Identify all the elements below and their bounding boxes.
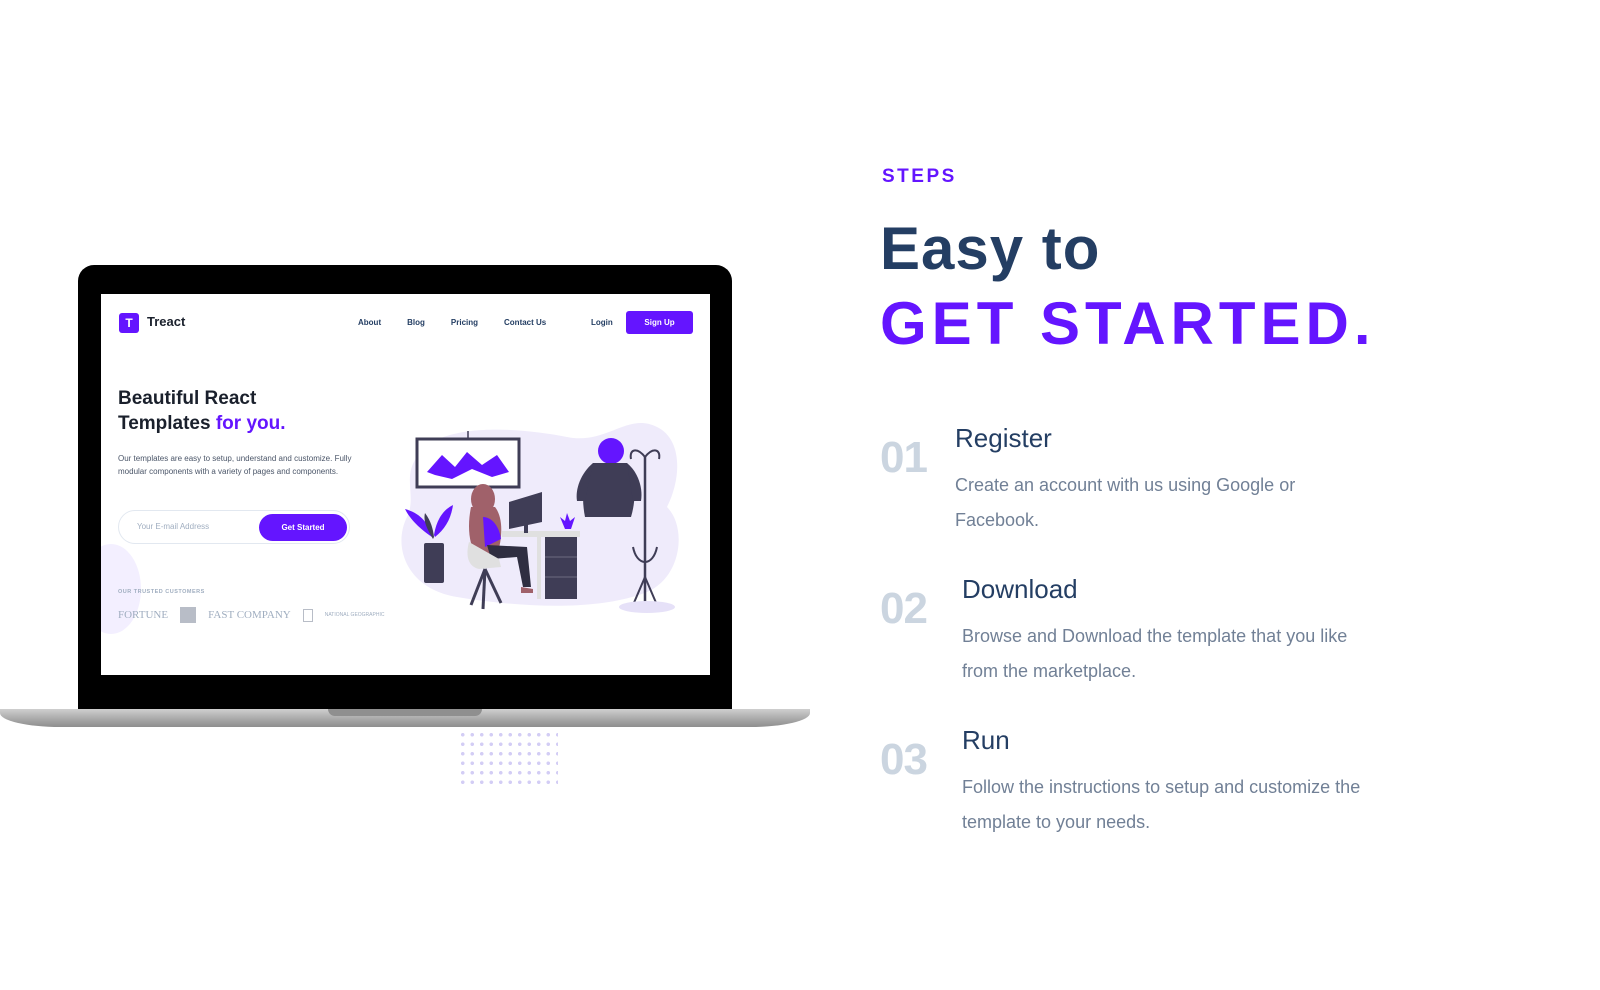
mockup-navbar: T Treact About Blog Pricing Contact Us L… [101,294,710,350]
hero-title-plain: Templates [118,413,216,434]
dot-pattern [458,730,558,786]
nav-link-about: About [358,318,382,327]
step-number: 01 [880,433,928,482]
hero-title-accent: for you. [215,413,286,434]
hero-title-line2: Templates for you. [118,411,286,436]
step-number: 02 [880,584,928,633]
step-title: Run [962,725,1010,755]
signup-button: Sign Up [626,311,693,334]
step-description: Create an account with us using Google o… [955,475,1296,530]
step-number: 03 [880,735,928,784]
step-description: Follow the instructions to setup and cus… [962,777,1361,832]
logo-text: Treact [147,314,186,329]
customer-logo-box [180,607,197,623]
hero-title-line1: Beautiful React [118,388,257,409]
step-description: Browse and Download the template that yo… [962,626,1348,681]
laptop-screen: T Treact About Blog Pricing Contact Us L… [101,294,710,675]
section-heading-line1: Easy to [880,215,1101,282]
laptop-mockup: T Treact About Blog Pricing Contact Us L… [0,265,810,786]
natgeo-frame-icon [302,608,313,622]
mockup-nav-links: About Blog Pricing Contact Us [358,318,572,327]
nav-link-contact: Contact Us [504,318,547,327]
get-started-button: Get Started [259,514,347,541]
logo-icon: T [119,313,139,333]
natgeo-logo: NATIONAL GEOGRAPHIC [324,611,385,618]
section-subheading: STEPS [882,166,957,187]
nav-link-blog: Blog [407,318,425,327]
laptop-lid: T Treact About Blog Pricing Contact Us L… [78,265,732,709]
mockup-email-form: Your E-mail Address Get Started [118,510,350,544]
mockup-hero-title: Beautiful React Templates for you. [118,386,286,436]
step-title: Download [962,574,1078,604]
fortune-logo: FORTUNE [118,609,169,621]
mockup-hero-description: Our templates are easy to setup, underst… [118,454,352,476]
customer-logos: FORTUNE FAST COMPANY NATIONAL GEOGRAPHIC [118,607,384,623]
nav-link-pricing: Pricing [450,318,479,327]
step-title: Register [955,423,1052,453]
workspace-illustration [401,423,679,613]
laptop-notch [328,709,482,716]
trusted-customers-label: OUR TRUSTED CUSTOMERS [118,589,205,595]
section-heading-line2: GET STARTED. [880,290,1376,357]
email-input-placeholder: Your E-mail Address [137,522,210,531]
login-link: Login [591,318,613,327]
fast-company-logo: FAST COMPANY [208,609,291,621]
